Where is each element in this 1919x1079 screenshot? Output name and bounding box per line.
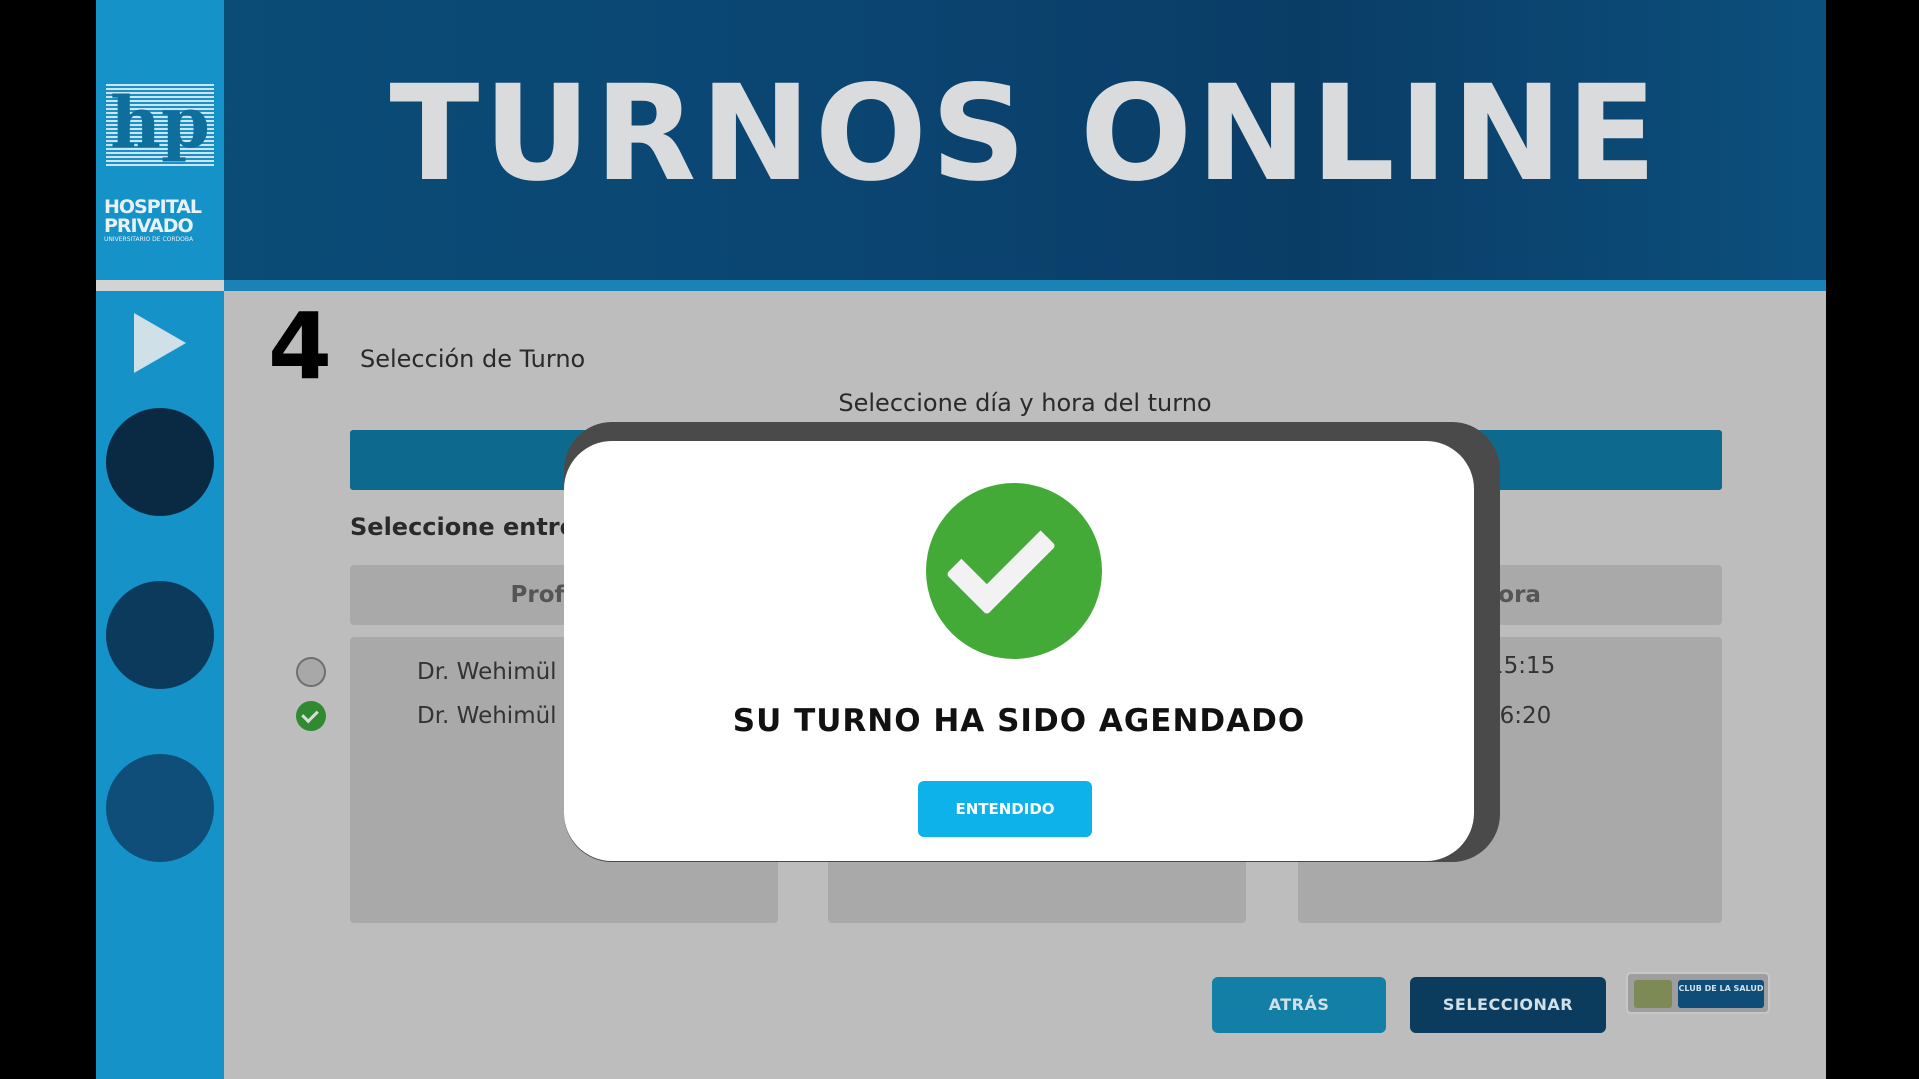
step-label: Selección de Turno [360,345,586,373]
row-1-radio[interactable] [296,657,326,687]
logo-subtitle: UNIVERSITARIO DE CORDOBA [104,236,194,243]
step-circle-2[interactable] [106,581,214,689]
section-label: Seleccione entre [350,513,576,541]
hospital-logo: hp HOSPITAL PRIVADO UNIVERSITARIO DE COR… [104,84,216,244]
back-button[interactable]: ATRÁS [1212,977,1386,1033]
step-instruction: Seleccione día y hora del turno [838,389,1212,417]
step-circle-3[interactable] [106,754,214,862]
confirmation-dialog: SU TURNO HA SIDO AGENDADO ENTENDIDO [564,441,1474,861]
sidebar: hp HOSPITAL PRIVADO UNIVERSITARIO DE COR… [96,0,224,1079]
header-divider [224,280,1826,291]
step-circle-1[interactable] [106,408,214,516]
step-number: 4 [268,293,333,400]
logo-line-2: PRIVADO [104,215,194,237]
logo-mark: hp [106,84,214,166]
check-circle-icon [926,483,1102,659]
row-2-professional[interactable]: Dr. Wehimül [417,703,557,729]
club-label: CLUB DE LA SALUD [1678,980,1764,1008]
logo-text: HOSPITAL PRIVADO [104,198,216,236]
checkmark-icon [945,504,1057,616]
sidebar-divider [96,280,224,291]
row-1-professional[interactable]: Dr. Wehimül [417,659,557,685]
logo-mark-letters: hp [110,81,210,164]
play-arrow-icon [134,313,186,373]
header-banner: TURNOS ONLINE [96,0,1826,291]
app-frame: TURNOS ONLINE hp HOSPITAL PRIVADO UNIVER… [96,0,1826,1079]
row-2-radio-checked[interactable] [296,701,326,731]
club-logo-icon [1634,980,1672,1008]
confirmation-message: SU TURNO HA SIDO AGENDADO [732,703,1306,739]
understood-button[interactable]: ENTENDIDO [918,781,1092,837]
club-de-la-salud-badge[interactable]: CLUB DE LA SALUD [1626,972,1770,1014]
select-button[interactable]: SELECCIONAR [1410,977,1606,1033]
page-title: TURNOS ONLINE [389,57,1661,211]
